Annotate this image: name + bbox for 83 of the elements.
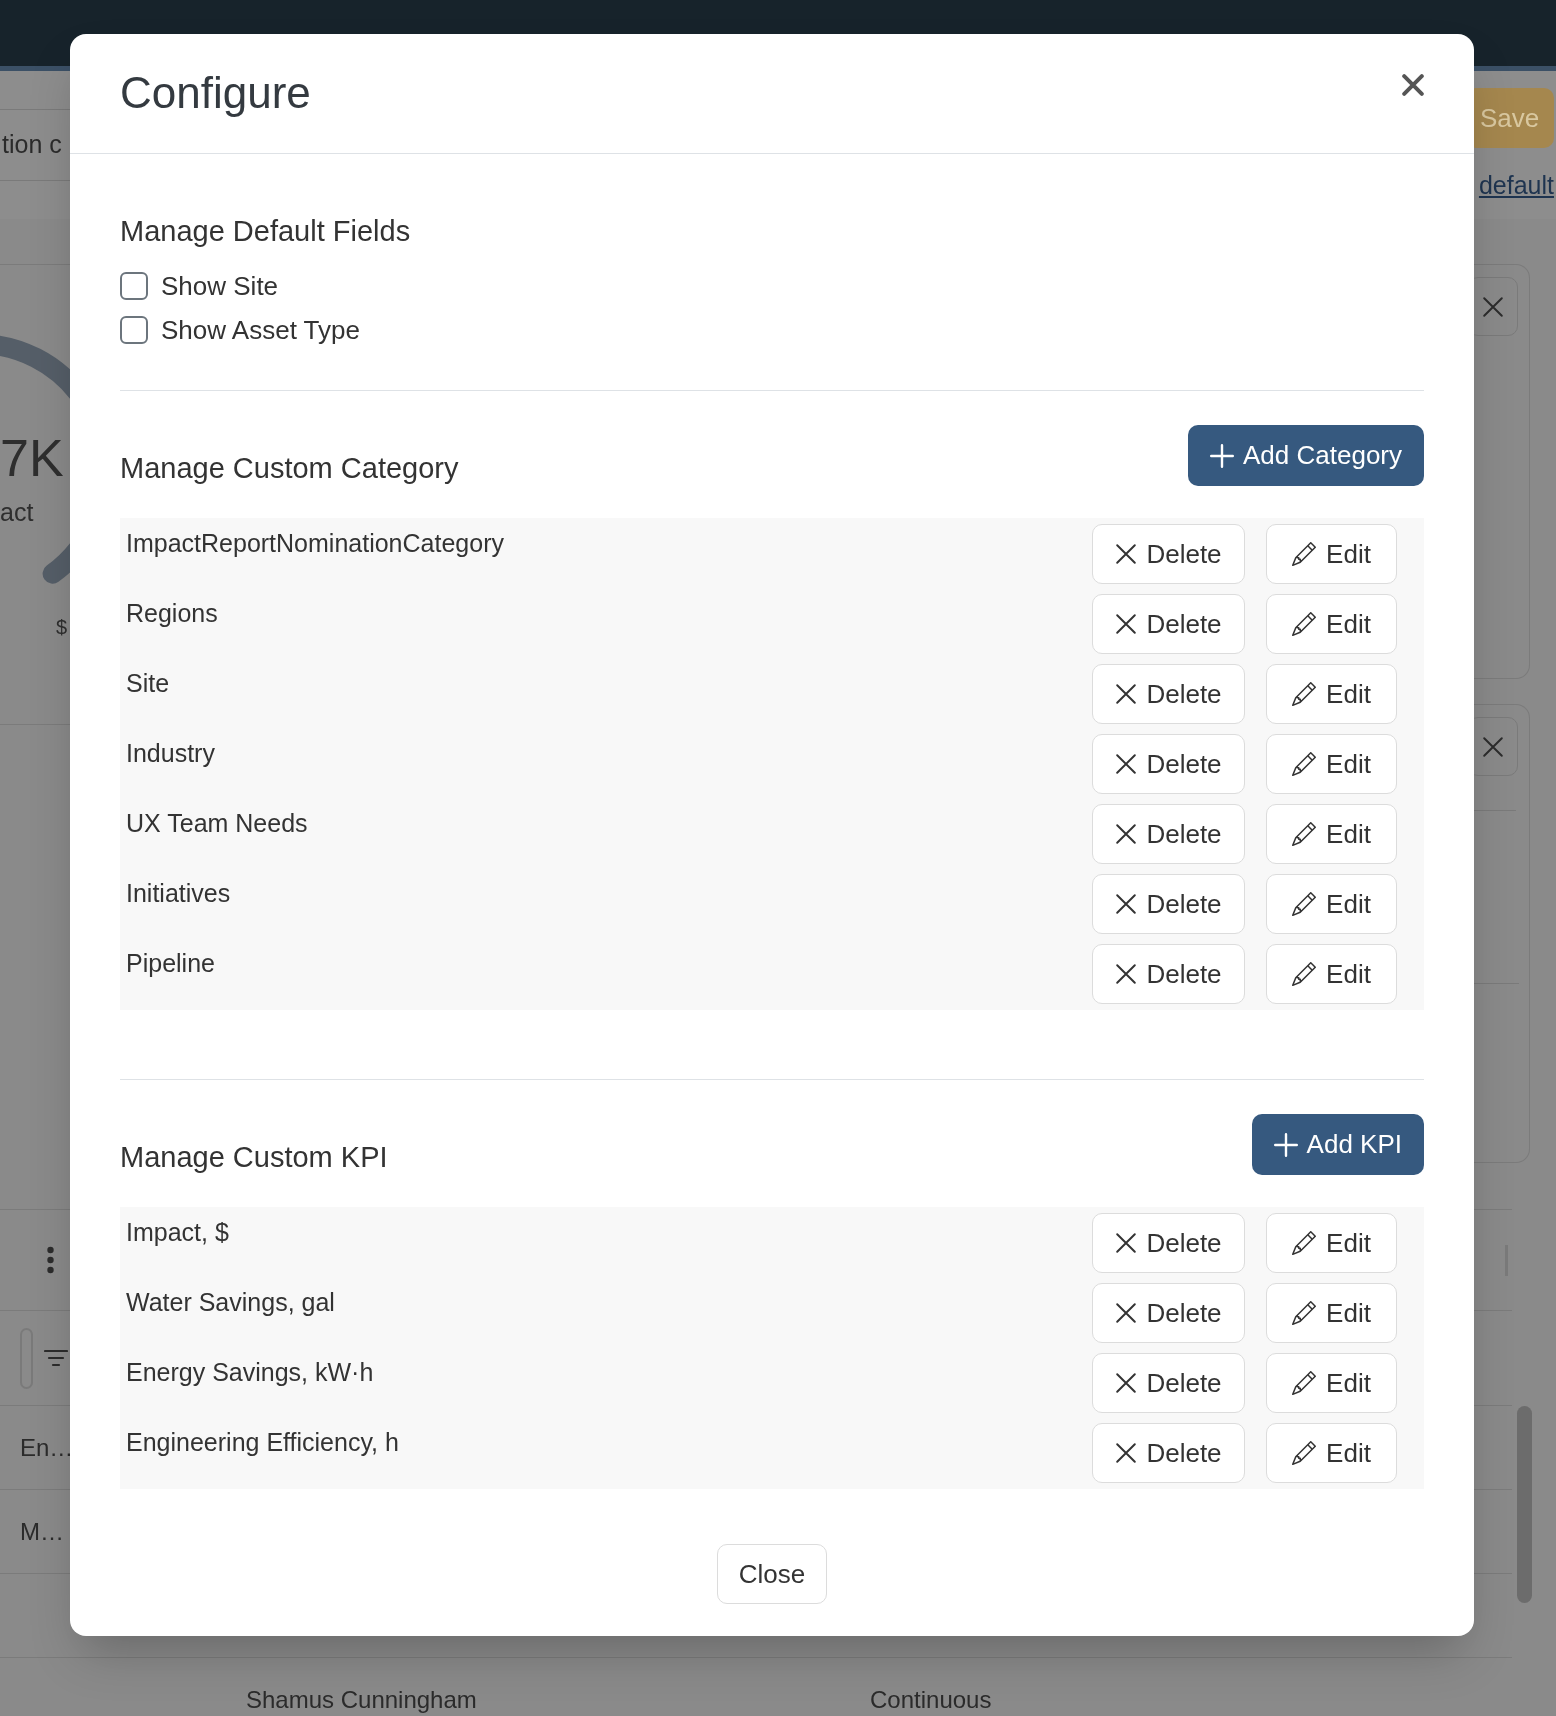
checkbox-label: Show Asset Type <box>161 314 360 346</box>
table-cell: Continuous <box>870 1685 992 1713</box>
edit-button[interactable]: Edit <box>1266 734 1397 794</box>
add-button[interactable]: Add KPI <box>1251 1114 1424 1175</box>
plus-icon <box>1273 1132 1298 1157</box>
checkbox[interactable] <box>120 272 148 300</box>
edit-button[interactable]: Edit <box>1266 874 1397 934</box>
item-name: Pipeline <box>126 948 215 979</box>
delete-button[interactable]: Delete <box>1092 804 1245 864</box>
default-link[interactable]: default <box>1478 170 1554 200</box>
delete-button[interactable]: Delete <box>1092 594 1245 654</box>
edit-button[interactable]: Edit <box>1266 804 1397 864</box>
delete-button[interactable]: Delete <box>1092 1353 1245 1413</box>
pencil-icon <box>1292 1371 1317 1395</box>
x-icon <box>1115 963 1138 985</box>
edit-button[interactable]: Edit <box>1266 664 1397 724</box>
plus-icon <box>1210 443 1234 468</box>
pencil-icon <box>1292 1441 1317 1465</box>
pencil-icon <box>1292 822 1317 846</box>
delete-button[interactable]: Delete <box>1092 1283 1245 1343</box>
table-cell: M… <box>20 1517 64 1545</box>
pencil-icon <box>1292 962 1317 986</box>
table-cell: Shamus Cunningham <box>246 1685 477 1713</box>
axis-label: $ <box>56 615 68 640</box>
delete-button[interactable]: Delete <box>1092 524 1245 584</box>
item-name: Impact, $ <box>126 1217 229 1248</box>
edit-button[interactable]: Edit <box>1266 524 1397 584</box>
checkbox[interactable] <box>120 316 148 344</box>
checkbox-label: Show Site <box>161 270 279 302</box>
gauge-label: act <box>0 497 34 527</box>
kebab-menu-icon[interactable] <box>46 1246 55 1274</box>
pencil-icon <box>1292 892 1317 916</box>
item-name: Initiatives <box>126 878 231 909</box>
delete-button[interactable]: Delete <box>1092 1423 1245 1483</box>
x-icon <box>1115 823 1138 845</box>
x-icon <box>1115 893 1138 915</box>
item-name: Water Savings, gal <box>126 1287 335 1318</box>
item-name: ImpactReportNominationCategory <box>126 528 504 559</box>
edit-button[interactable]: Edit <box>1266 594 1397 654</box>
edit-button[interactable]: Edit <box>1266 1353 1397 1413</box>
item-name: Industry <box>126 738 215 769</box>
section-heading: Manage Custom Category <box>120 451 459 486</box>
scrollbar-thumb[interactable] <box>1517 1406 1532 1603</box>
x-icon <box>1115 1442 1138 1464</box>
item-name: Engineering Efficiency, h <box>126 1427 399 1458</box>
section-heading: Manage Default Fields <box>120 214 411 249</box>
table-cell: En… <box>20 1433 74 1461</box>
delete-button[interactable]: Delete <box>1092 874 1245 934</box>
filter-icon[interactable] <box>44 1349 68 1367</box>
delete-button[interactable]: Delete <box>1092 1213 1245 1273</box>
delete-button[interactable]: Delete <box>1092 664 1245 724</box>
edit-button[interactable]: Edit <box>1266 1423 1397 1483</box>
dialog-title: Configure <box>120 67 311 119</box>
item-name: Regions <box>126 598 218 629</box>
x-icon <box>1115 683 1138 705</box>
close-icon <box>1482 735 1504 758</box>
edit-button[interactable]: Edit <box>1266 1283 1397 1343</box>
item-name: UX Team Needs <box>126 808 308 839</box>
delete-button[interactable]: Delete <box>1092 734 1245 794</box>
edit-button[interactable]: Edit <box>1266 1213 1397 1273</box>
close-icon <box>1402 74 1424 96</box>
section-heading: Manage Custom KPI <box>120 1140 388 1175</box>
tab-label: tion c <box>1 129 62 161</box>
gauge-value: 7K <box>0 428 64 488</box>
x-icon <box>1115 1302 1138 1324</box>
x-icon <box>1115 753 1138 775</box>
edit-button[interactable]: Edit <box>1266 944 1397 1004</box>
x-icon <box>1115 613 1138 635</box>
close-icon <box>1482 295 1504 318</box>
pencil-icon <box>1292 1231 1317 1255</box>
pencil-icon <box>1292 682 1317 706</box>
pencil-icon <box>1292 542 1317 566</box>
pencil-icon <box>1292 752 1317 776</box>
x-icon <box>1115 1232 1138 1254</box>
item-name: Energy Savings, kW·h <box>126 1357 374 1388</box>
close-button[interactable]: Close <box>717 1544 827 1604</box>
add-button[interactable]: Add Category <box>1188 425 1424 486</box>
pencil-icon <box>1292 1301 1317 1325</box>
item-name: Site <box>126 668 170 699</box>
x-icon <box>1115 1372 1138 1394</box>
delete-button[interactable]: Delete <box>1092 944 1245 1004</box>
x-icon <box>1115 543 1138 565</box>
pencil-icon <box>1292 612 1317 636</box>
